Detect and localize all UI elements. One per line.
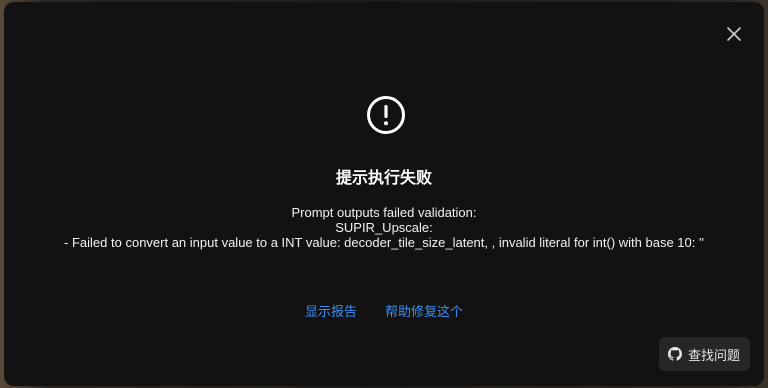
close-button[interactable]: [724, 24, 744, 44]
exclamation-circle-icon: [367, 96, 405, 134]
help-fix-link[interactable]: 帮助修复这个: [385, 301, 463, 320]
message-line: Prompt outputs failed validation:: [291, 205, 477, 220]
close-icon: [727, 27, 741, 41]
github-icon: [667, 347, 682, 361]
dialog-title: 提示执行失败: [335, 168, 432, 187]
message-line: - Failed to convert an input value to a …: [64, 235, 704, 250]
error-dialog: 提示执行失败 Prompt outputs failed validation:…: [4, 2, 764, 386]
action-links: 显示报告 帮助修复这个: [4, 301, 764, 320]
find-issue-label: 查找问题: [687, 348, 740, 364]
show-report-link[interactable]: 显示报告: [305, 301, 357, 320]
find-issue-button[interactable]: 查找问题: [658, 337, 750, 371]
error-message: Prompt outputs failed validation: SUPIR_…: [4, 205, 764, 250]
message-line: SUPIR_Upscale:: [335, 220, 433, 235]
